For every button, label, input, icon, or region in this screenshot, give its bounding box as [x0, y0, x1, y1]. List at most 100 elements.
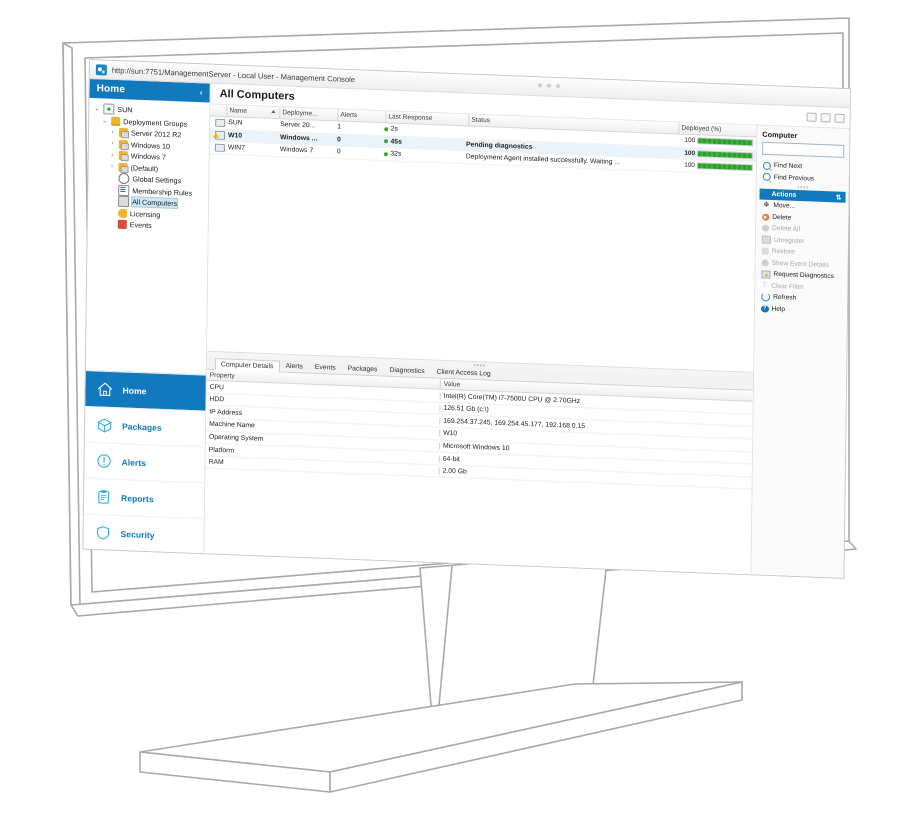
folder-icon: [111, 116, 121, 126]
find-actions: Find Next Find Previous: [757, 159, 849, 185]
actions-panel: Computer Find Next Find Previous Actions …: [751, 125, 850, 578]
expander-icon[interactable]: ⌄: [101, 117, 108, 124]
sidebar-item-reports[interactable]: Reports: [83, 477, 205, 519]
collapse-sidebar-icon[interactable]: ‹: [200, 88, 203, 97]
screen-surface: http://sun:7751/ManagementServer - Local…: [83, 60, 850, 578]
sidebar-item-home[interactable]: Home: [85, 370, 206, 411]
management-console-window: http://sun:7751/ManagementServer - Local…: [83, 60, 850, 578]
close-dot[interactable]: [555, 83, 560, 89]
action-label: Unregister: [773, 236, 805, 245]
cell-name: W10: [228, 131, 243, 140]
tree-item-label: Server 2012 R2: [130, 128, 182, 140]
key-icon: [117, 208, 128, 218]
sidebar-nav-buttons: Home Packages Alerts Reports Security: [83, 370, 206, 555]
grid-empty-space: [207, 153, 756, 374]
refresh-icon: [761, 292, 771, 302]
page-title: All Computers: [219, 87, 295, 103]
tab-packages[interactable]: Packages: [342, 362, 384, 376]
expander-icon[interactable]: ›: [109, 152, 116, 158]
group-icon: [118, 139, 128, 149]
events-icon: [117, 219, 127, 230]
status-dot-icon: [384, 126, 389, 132]
filter-icon: ⊤: [761, 282, 768, 290]
tree-item-label: Global Settings: [132, 174, 182, 186]
action-label: Find Previous: [773, 173, 815, 183]
restore-icon: [761, 247, 769, 255]
tab-events[interactable]: Events: [309, 361, 342, 374]
group-icon: [118, 128, 129, 138]
grid-header-name-label: Name: [229, 107, 248, 115]
action-label: Clear Filter: [771, 282, 804, 291]
grid-header-alerts[interactable]: Alerts: [337, 109, 386, 123]
pane-window-buttons[interactable]: [806, 112, 845, 123]
app-icon: [95, 63, 107, 76]
reports-icon: [98, 489, 109, 504]
tab-alerts[interactable]: Alerts: [279, 360, 309, 373]
deployed-percent: 100: [684, 137, 696, 145]
tree-item-label: All Computers: [131, 196, 179, 210]
cell-last-response: 2s: [382, 125, 464, 135]
expander-icon[interactable]: ›: [109, 141, 116, 147]
search-icon: [762, 161, 771, 170]
grid-header-deployment[interactable]: Deployme...: [279, 107, 338, 121]
action-label: Show Event Details: [771, 259, 829, 269]
alert-icon: [97, 454, 111, 468]
row-icon-cell: [210, 118, 226, 128]
action-label: Refresh: [773, 294, 797, 302]
expander-icon[interactable]: ⌄: [93, 105, 100, 112]
cell-alerts: 1: [337, 123, 342, 131]
progress-bar: [697, 137, 754, 147]
search-input[interactable]: [762, 141, 845, 158]
restore-button[interactable]: [820, 112, 831, 122]
grid-header-icon: [210, 105, 226, 117]
minimize-button[interactable]: [806, 112, 817, 122]
sidebar-item-label: Home: [122, 384, 147, 396]
tab-client-access-log[interactable]: Client Access Log: [431, 366, 497, 381]
expander-icon[interactable]: ›: [109, 129, 116, 135]
search-icon: [762, 172, 771, 182]
actions-sort-icon[interactable]: ⇅: [836, 193, 842, 201]
cell-alerts: 0: [336, 148, 341, 156]
progress-fill: [698, 150, 753, 159]
monitor-mockup: http://sun:7751/ManagementServer - Local…: [0, 0, 900, 830]
delete-icon: [762, 213, 770, 221]
grid-header-name[interactable]: Name: [226, 105, 280, 119]
sidebar-item-packages[interactable]: Packages: [84, 405, 206, 447]
action-label: Move...: [773, 202, 796, 211]
details-pane: Computer Details Alerts Events Packages Diag…: [204, 357, 754, 576]
cell-deployed: 100: [679, 149, 756, 160]
computers-icon: [118, 195, 130, 208]
splitter-grip-icon: [474, 363, 487, 367]
tab-diagnostics[interactable]: Diagnostics: [383, 364, 430, 378]
progress-fill: [698, 138, 753, 146]
sidebar-item-label: Packages: [121, 420, 162, 433]
minimize-dot[interactable]: [537, 83, 542, 88]
sidebar-item-label: Alerts: [121, 456, 147, 468]
close-button[interactable]: [834, 113, 845, 123]
action-label: Delete: [772, 213, 792, 222]
grip-icon: [797, 185, 809, 189]
window-controls[interactable]: [537, 83, 560, 89]
main-area: All Computers Name Deployme... Alerts La…: [204, 83, 850, 578]
monitor-warning-icon: [213, 130, 226, 140]
row-icon-cell: [210, 143, 226, 152]
home-icon: [97, 382, 113, 397]
maximize-dot[interactable]: [546, 83, 551, 88]
tab-computer-details[interactable]: Computer Details: [214, 358, 280, 373]
deployed-percent: 100: [684, 149, 696, 157]
expander-icon[interactable]: ›: [109, 164, 116, 170]
monitor-icon: [214, 143, 225, 152]
navigation-tree: ⌄ SUN ⌄ Deployment Groups › Server 2012 R2 › Wi…: [86, 98, 210, 375]
tree-item-label: Licensing: [129, 208, 161, 220]
cell-last-response: 32s: [382, 150, 464, 160]
sidebar-item-security[interactable]: Security: [83, 513, 204, 555]
action-label: Help: [771, 305, 786, 313]
grid-and-details: Name Deployme... Alerts Last Response St…: [204, 104, 758, 576]
status-dot-icon: [384, 139, 389, 144]
unregister-icon: [761, 235, 771, 245]
sidebar-item-alerts[interactable]: Alerts: [84, 441, 205, 483]
delete-all-icon: [762, 224, 770, 233]
deployed-percent: 100: [684, 161, 695, 170]
rules-icon: [118, 184, 130, 196]
sidebar-item-label: Security: [120, 528, 155, 540]
